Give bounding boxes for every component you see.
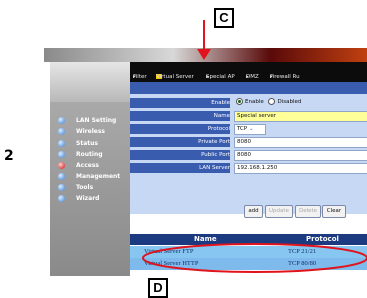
annotation-layer: [142, 20, 367, 273]
down-arrow-icon: [197, 49, 211, 60]
callout-label-c: C: [214, 8, 234, 28]
highlight-ellipse: [142, 243, 367, 273]
callout-label-d: D: [148, 278, 168, 298]
